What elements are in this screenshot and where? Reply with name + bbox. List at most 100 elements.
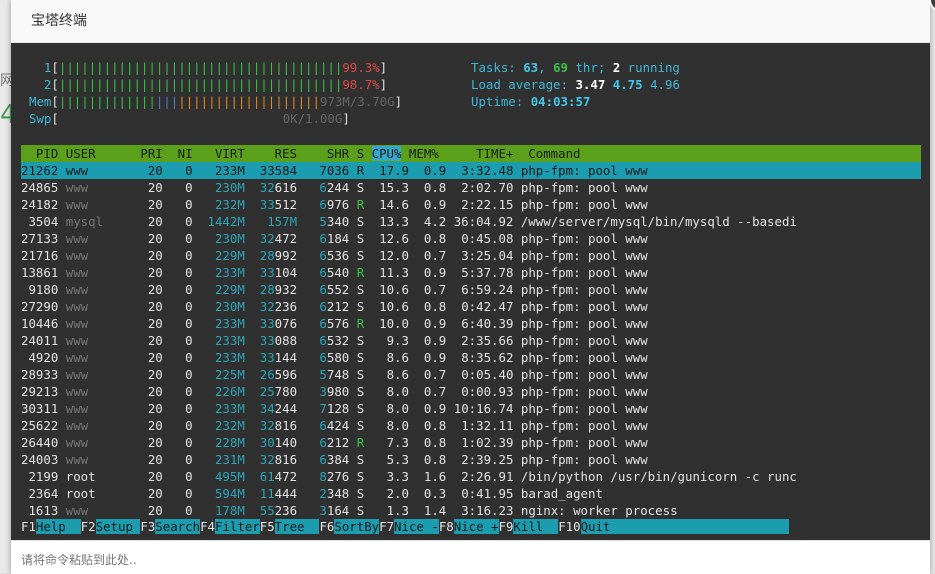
res-high: 33 <box>244 350 275 365</box>
process-table-header[interactable]: PID USER PRI NI VIRT RES SHR S CPU% MEM%… <box>21 145 921 162</box>
priority: 20 0 <box>132 299 193 314</box>
virt: 233M <box>192 401 245 416</box>
res-high: 28 <box>244 248 275 263</box>
load-line: Load average: 3.47 4.75 4.96 <box>471 76 680 93</box>
priority: 20 0 <box>132 214 193 229</box>
running-label: running <box>620 60 680 75</box>
user: www <box>65 163 133 178</box>
meter-line: Swp[ 0K/1.00G] <box>29 110 350 127</box>
shr-low: 748 <box>326 367 350 382</box>
process-row[interactable]: 2364 root 20 0 594M 11444 2348 S 2.0 0.3… <box>21 485 921 502</box>
usage-and-command: 10.6 0.7 6:59.24 php-fpm: pool www <box>371 282 648 297</box>
virt: 226M <box>192 384 245 399</box>
process-row[interactable]: 27290 www 20 0 230M 32236 6212 S 10.6 0.… <box>21 298 921 315</box>
priority: 20 0 <box>132 486 193 501</box>
virt: 228M <box>192 435 245 450</box>
process-row[interactable]: 21262 www 20 0 233M 33584 7036 R 17.9 0.… <box>21 162 921 179</box>
fkey-f4[interactable]: F4 <box>200 519 215 534</box>
res-high: 28 <box>244 282 275 297</box>
fkey-f3[interactable]: F3 <box>140 519 156 534</box>
state: R <box>349 163 372 178</box>
shr-high: 6 <box>297 452 327 467</box>
priority: 20 0 <box>132 180 193 195</box>
res-high: 33 <box>244 265 275 280</box>
state: S <box>349 384 372 399</box>
process-row[interactable]: 9180 www 20 0 229M 28932 6552 S 10.6 0.7… <box>21 281 921 298</box>
res-low: 076 <box>274 316 298 331</box>
res-low: 596 <box>274 367 298 382</box>
function-key-bar[interactable]: F1Help F2Setup F3SearchF4FilterF5Tree F6… <box>21 518 921 535</box>
process-row[interactable]: 10446 www 20 0 233M 33076 6576 R 10.0 0.… <box>21 315 921 332</box>
shr-low: 340 <box>326 214 350 229</box>
process-row[interactable]: 1613 www 20 0 178M 55236 3164 S 1.3 1.4 … <box>21 502 921 519</box>
meter-value: 0K/1.00G <box>282 111 343 126</box>
fkey-f9[interactable]: F9 <box>498 519 514 534</box>
load-15: 4.96 <box>650 77 680 92</box>
shr-low: 348 <box>326 486 350 501</box>
res-low: 616 <box>274 180 298 195</box>
usage-and-command: 15.3 0.8 2:02.70 php-fpm: pool www <box>371 180 648 195</box>
state: S <box>349 503 372 518</box>
process-row[interactable]: 27133 www 20 0 230M 32472 6184 S 12.6 0.… <box>21 230 921 247</box>
priority: 20 0 <box>132 503 193 518</box>
process-row[interactable]: 28933 www 20 0 225M 26596 5748 S 8.6 0.7… <box>21 366 921 383</box>
process-row[interactable]: 30311 www 20 0 233M 34244 7128 S 8.0 0.9… <box>21 400 921 417</box>
user: www <box>65 265 133 280</box>
usage-and-command: 8.6 0.7 0:05.40 php-fpm: pool www <box>371 367 648 382</box>
process-row[interactable]: 25622 www 20 0 232M 32816 6424 S 8.0 0.8… <box>21 417 921 434</box>
user: www <box>65 248 133 263</box>
res-low: 932 <box>274 282 298 297</box>
shr-low: 244 <box>326 180 350 195</box>
shr-high: 5 <box>297 367 327 382</box>
meter-bracket: ] <box>379 77 388 92</box>
user: root <box>65 486 133 501</box>
fkey-f1[interactable]: F1 <box>21 519 36 534</box>
fkey-f5[interactable]: F5 <box>259 519 275 534</box>
process-row[interactable]: 3504 mysql 20 0 1442M 157M 5340 S 13.3 4… <box>21 213 921 230</box>
res-high: 11 <box>244 486 275 501</box>
threads-label: thr; <box>567 60 613 75</box>
shr-low: 384 <box>326 452 350 467</box>
fkey-f7[interactable]: F7 <box>379 519 395 534</box>
command-input[interactable] <box>19 549 903 571</box>
process-row[interactable]: 4920 www 20 0 233M 33144 6580 S 8.6 0.9 … <box>21 349 921 366</box>
dialog-title: 宝塔终端 <box>11 0 930 43</box>
shr-high: 6 <box>297 350 327 365</box>
fkey-f10[interactable]: F10 <box>558 519 581 534</box>
shr-low: 184 <box>326 231 350 246</box>
process-row[interactable]: 29213 www 20 0 226M 25780 3980 S 8.0 0.7… <box>21 383 921 400</box>
process-row[interactable]: 24865 www 20 0 230M 32616 6244 S 15.3 0.… <box>21 179 921 196</box>
process-row[interactable]: 21716 www 20 0 229M 28992 6536 S 12.0 0.… <box>21 247 921 264</box>
shr-high: 6 <box>297 180 327 195</box>
process-row[interactable]: 13861 www 20 0 233M 33104 6540 R 11.3 0.… <box>21 264 921 281</box>
fkey-f8[interactable]: F8 <box>438 519 454 534</box>
state: S <box>349 469 372 484</box>
usage-and-command: 9.3 0.9 2:35.66 php-fpm: pool www <box>371 333 648 348</box>
shr-low: 164 <box>326 503 350 518</box>
usage-and-command: 13.3 4.2 36:04.92 /www/server/mysql/bin/… <box>371 214 797 229</box>
load-sep <box>605 77 612 92</box>
meter-value: 973M/3.70G <box>319 94 395 109</box>
user: www <box>65 231 133 246</box>
process-row[interactable]: 26440 www 20 0 228M 30140 6212 R 7.3 0.8… <box>21 434 921 451</box>
meter-bracket: [ <box>51 60 59 75</box>
fkey-label: Tree <box>274 519 320 534</box>
process-row[interactable]: 24182 www 20 0 232M 33512 6976 R 14.6 0.… <box>21 196 921 213</box>
shr-high: 6 <box>297 231 327 246</box>
meter-label: Mem <box>29 94 52 109</box>
process-row[interactable]: 24003 www 20 0 231M 32816 6384 S 5.3 0.8… <box>21 451 921 468</box>
virt: 230M <box>192 299 245 314</box>
priority: 20 0 <box>132 401 193 416</box>
process-row[interactable]: 24011 www 20 0 233M 33088 6532 S 9.3 0.9… <box>21 332 921 349</box>
fkey-f6[interactable]: F6 <box>319 519 335 534</box>
shr-low: 580 <box>326 350 350 365</box>
res-high: 32 <box>244 231 275 246</box>
priority: 20 0 <box>132 418 193 433</box>
process-row[interactable]: 2199 root 20 0 495M 61472 8276 S 3.3 1.6… <box>21 468 921 485</box>
fkey-f2[interactable]: F2 <box>80 519 96 534</box>
usage-and-command: 3.3 1.6 2:26.91 /bin/python /usr/bin/gun… <box>371 469 797 484</box>
res-high: 25 <box>244 384 275 399</box>
htop-terminal[interactable]: 1[||||||||||||||||||||||||||||||||||||||… <box>11 43 930 540</box>
header-columns-rest: MEM% TIME+ Command <box>401 146 581 161</box>
tasks-label: Tasks: <box>471 60 524 75</box>
